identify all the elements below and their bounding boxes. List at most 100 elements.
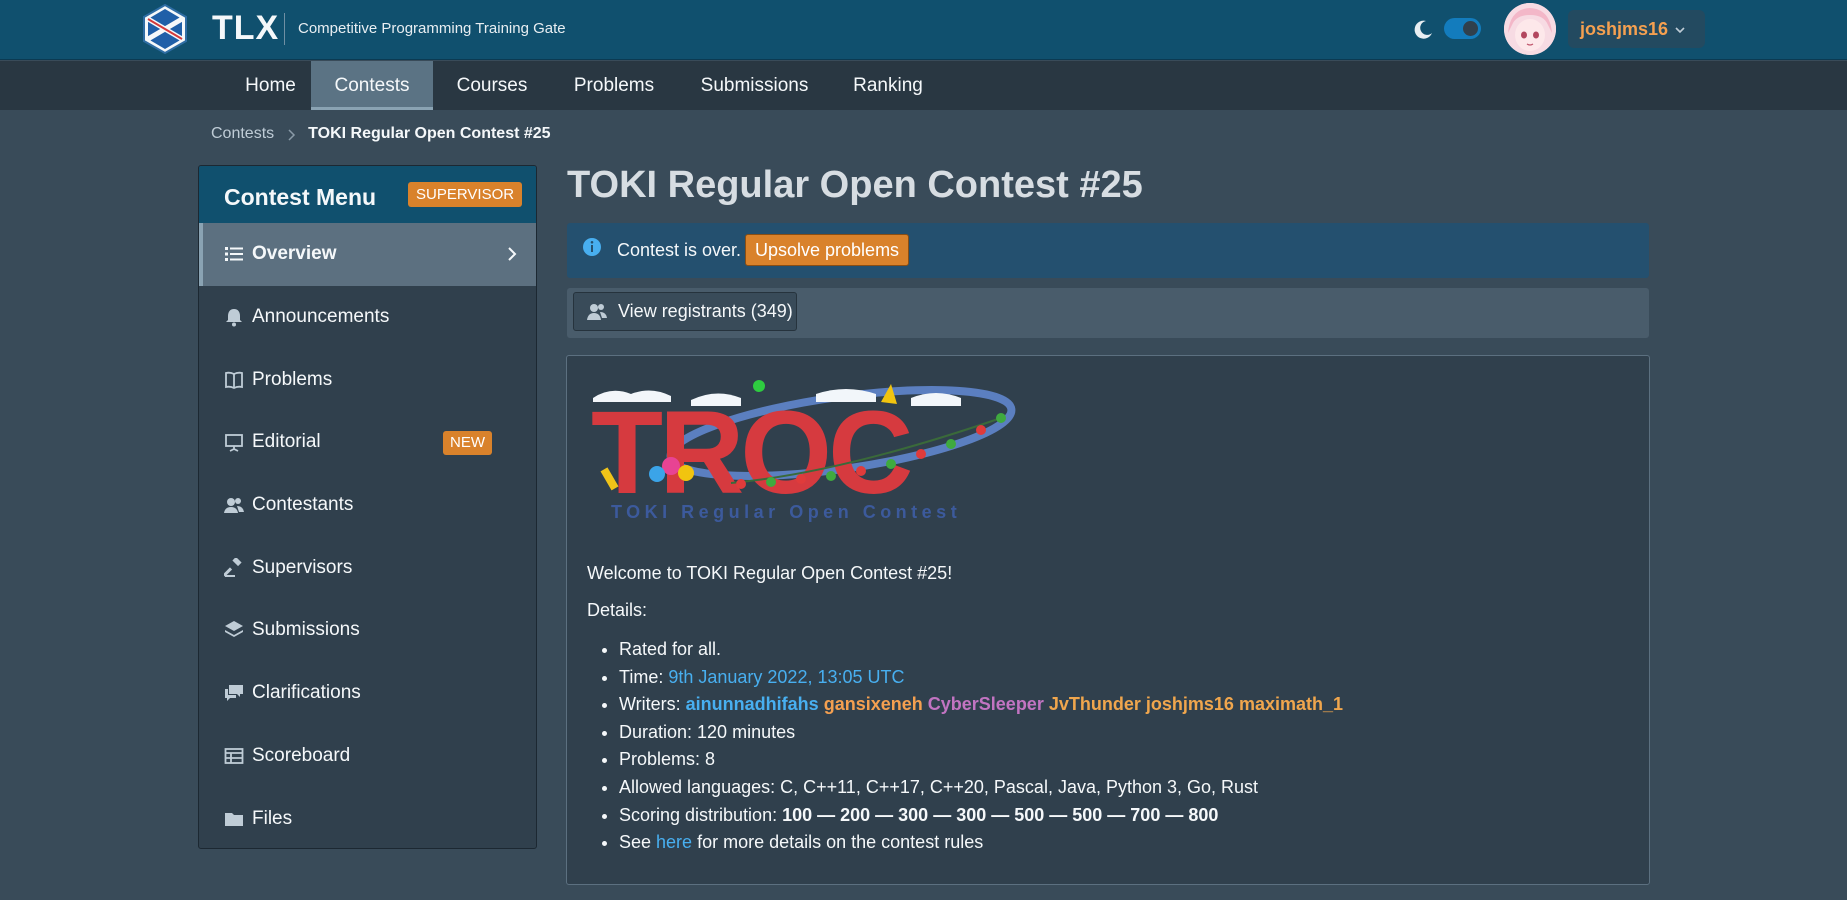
problems-count-text: Problems: 8 — [619, 749, 716, 770]
upsolve-problems-button[interactable]: Upsolve problems — [745, 234, 910, 266]
menu-item-editorial[interactable]: Editorial NEW — [199, 411, 536, 474]
menu-item-clarifications[interactable]: Clarifications — [199, 662, 536, 725]
menu-item-label: Editorial — [252, 431, 321, 453]
menu-item-label: Submissions — [252, 619, 360, 641]
nav-contests[interactable]: Contests — [311, 61, 433, 110]
troc-logo-subtitle: TOKI Regular Open Contest — [611, 502, 961, 522]
menu-item-scoreboard[interactable]: Scoreboard — [199, 725, 536, 788]
writer-link[interactable]: joshjms16 — [1146, 694, 1234, 714]
contest-menu-title: Contest Menu — [224, 184, 377, 210]
nav-home[interactable]: Home — [220, 61, 321, 110]
contest-menu: Contest Menu SUPERVISOR Overview Announc… — [198, 165, 537, 849]
menu-item-files[interactable]: Files — [199, 787, 536, 848]
scoring-values: 100 — 200 — 300 — 300 — 500 — 500 — 700 … — [782, 804, 1219, 825]
list-item: Problems: 8 — [619, 746, 1343, 774]
nav-ranking[interactable]: Ranking — [843, 61, 933, 110]
people-icon — [224, 495, 244, 515]
list-item: Time: 9th January 2022, 13:05 UTC — [619, 664, 1343, 692]
brand-name[interactable]: TLX — [212, 9, 279, 48]
bell-icon — [224, 307, 244, 327]
breadcrumb-current: TOKI Regular Open Contest #25 — [308, 125, 551, 142]
top-header: TLX Competitive Programming Training Gat… — [0, 0, 1847, 60]
presentation-icon — [224, 432, 244, 453]
view-registrants-label: View registrants (349) — [618, 301, 793, 321]
menu-item-problems[interactable]: Problems — [199, 348, 536, 411]
contest-time-link[interactable]: 9th January 2022, 13:05 UTC — [668, 667, 904, 687]
tlx-logo-icon[interactable] — [140, 3, 190, 55]
list-item: See here for more details on the contest… — [619, 829, 1343, 857]
writer-link[interactable]: gansixeneh — [824, 694, 923, 714]
list-item: Scoring distribution: 100 — 200 — 300 — … — [619, 802, 1343, 830]
writer-link[interactable]: JvThunder — [1049, 694, 1141, 714]
chevron-right-icon — [286, 128, 296, 141]
new-badge: NEW — [443, 431, 492, 456]
menu-item-label: Announcements — [252, 306, 390, 328]
gavel-icon — [222, 556, 244, 578]
rated-text: Rated for all. — [619, 639, 722, 659]
languages-text: Allowed languages: C, C++11, C++17, C++2… — [619, 776, 1259, 797]
troc-logo-word: TROC — [591, 387, 910, 519]
contest-description: TROC TOKI Regular Open Contest Welcome t… — [566, 355, 1650, 885]
see-suffix: for more details on the contest rules — [692, 832, 984, 853]
table-icon — [224, 746, 244, 766]
breadcrumb-contests[interactable]: Contests — [211, 125, 274, 143]
brand-tagline: Competitive Programming Training Gate — [298, 20, 566, 37]
list-item: Rated for all. — [619, 636, 1343, 664]
menu-item-label: Supervisors — [252, 556, 353, 578]
nav-submissions[interactable]: Submissions — [692, 61, 817, 110]
user-menu-button[interactable]: joshjms16 — [1568, 10, 1705, 48]
writers-label: Writers: — [619, 694, 686, 715]
moon-icon — [1411, 18, 1435, 42]
toggle-knob — [1463, 21, 1478, 36]
nav-problems[interactable]: Problems — [555, 61, 673, 110]
rules-link[interactable]: here — [656, 832, 692, 852]
list-item: Writers: ainunnadhifahs gansixeneh Cyber… — [619, 691, 1343, 719]
troc-logo: TROC TOKI Regular Open Contest — [591, 378, 1021, 528]
nav-courses[interactable]: Courses — [433, 61, 551, 110]
supervisor-badge: SUPERVISOR — [408, 182, 523, 207]
dark-mode-toggle[interactable] — [1444, 18, 1481, 39]
details-label: Details: — [587, 600, 648, 620]
menu-item-label: Scoreboard — [252, 744, 351, 766]
see-prefix: See — [619, 832, 657, 853]
menu-item-contestants[interactable]: Contestants — [199, 474, 536, 537]
writer-link[interactable]: ainunnadhifahs — [686, 694, 819, 714]
view-registrants-button[interactable]: View registrants (349) — [573, 292, 797, 331]
layers-icon — [224, 620, 244, 640]
chevron-down-icon — [1674, 23, 1686, 35]
brand-divider — [284, 13, 285, 45]
folder-icon — [224, 809, 244, 829]
list-item: Allowed languages: C, C++11, C++17, C++2… — [619, 774, 1343, 802]
info-icon — [582, 237, 602, 257]
contest-status-text: Contest is over. — [617, 240, 742, 260]
menu-item-announcements[interactable]: Announcements — [199, 286, 536, 349]
registrants-bar: View registrants (349) — [567, 288, 1649, 338]
chevron-right-icon — [506, 245, 518, 263]
menu-item-supervisors[interactable]: Supervisors — [199, 536, 536, 599]
menu-item-label: Contestants — [252, 494, 354, 516]
list-item: Duration: 120 minutes — [619, 719, 1343, 747]
menu-item-overview[interactable]: Overview — [199, 223, 536, 286]
writer-link[interactable]: CyberSleeper — [928, 694, 1044, 714]
welcome-text: Welcome to TOKI Regular Open Contest #25… — [587, 563, 953, 583]
time-label: Time: — [619, 666, 669, 687]
menu-item-label: Files — [252, 807, 293, 829]
username: joshjms16 — [1580, 18, 1669, 39]
breadcrumb: Contests TOKI Regular Open Contest #25 — [211, 125, 551, 143]
menu-item-label: Overview — [252, 243, 337, 265]
people-icon — [587, 303, 607, 320]
chat-icon — [224, 683, 244, 703]
scoring-label: Scoring distribution: — [619, 804, 783, 825]
duration-text: Duration: 120 minutes — [619, 721, 796, 742]
page-title: TOKI Regular Open Contest #25 — [567, 164, 1143, 206]
contest-menu-header: Contest Menu SUPERVISOR — [199, 166, 536, 223]
book-icon — [224, 370, 244, 390]
menu-item-label: Problems — [252, 368, 333, 390]
main-nav: Home Contests Courses Problems Submissio… — [0, 61, 1847, 110]
avatar[interactable] — [1504, 3, 1556, 55]
contest-details-list: Rated for all. Time: 9th January 2022, 1… — [607, 636, 1343, 857]
contest-status-callout: Contest is over. Upsolve problems — [567, 223, 1649, 278]
list-icon — [224, 244, 244, 264]
menu-item-submissions[interactable]: Submissions — [199, 599, 536, 662]
writer-link[interactable]: maximath_1 — [1239, 694, 1343, 714]
